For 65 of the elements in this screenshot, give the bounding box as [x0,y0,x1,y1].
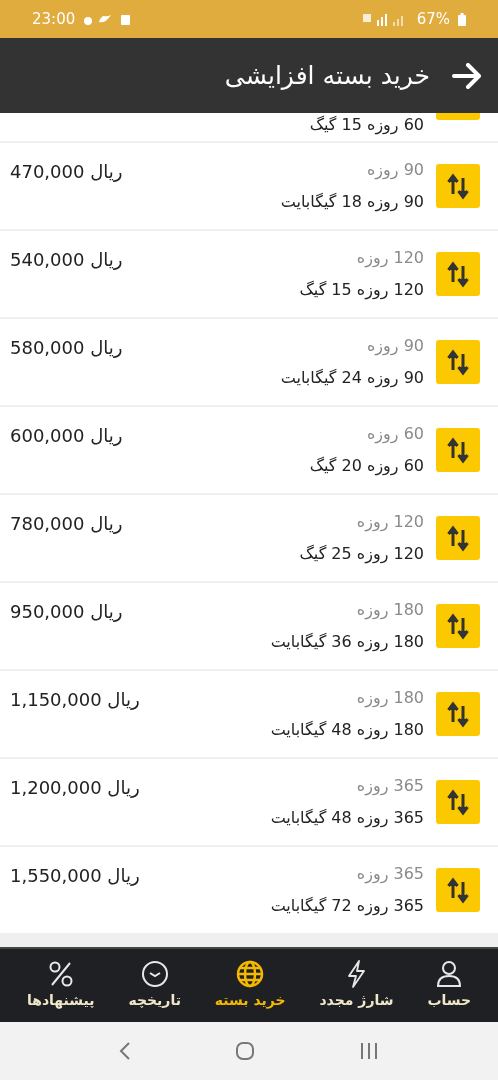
data-transfer-icon [436,340,480,384]
package-price: 1,150,000 ریال [10,689,140,710]
package-price: 1,550,000 ریال [10,865,140,886]
page-title: خرید بسته افزایشی [224,59,430,92]
recent-apps-icon[interactable] [359,1042,379,1060]
lightning-icon [345,960,368,988]
home-nav-icon[interactable] [235,1041,255,1061]
person-icon [436,960,463,988]
clock-icon [140,960,169,988]
data-transfer-icon [436,516,480,560]
data-transfer-icon [436,868,480,912]
package-description: 60 روزه 20 گیگ [309,455,424,478]
data-transfer-icon [436,252,480,296]
package-duration: 180 روزه [356,687,424,710]
package-description: 90 روزه 18 گیگابایت [280,191,424,214]
package-card[interactable]: 780,000 ریال 120 روزه 120 روزه 25 گیگ [0,495,498,581]
data-transfer-icon [436,780,480,824]
package-card[interactable]: 580,000 ریال 90 روزه 90 روزه 24 گیگابایت [0,319,498,405]
package-price: 1,200,000 ریال [10,777,140,798]
back-nav-icon[interactable] [119,1041,131,1061]
package-card[interactable]: 950,000 ریال 180 روزه 180 روزه 36 گیگابایت [0,583,498,669]
nav-tab[interactable]: پیشنهادها [18,956,103,1015]
package-description: 180 روزه 48 گیگابایت [270,719,424,742]
package-duration: 180 روزه [356,599,424,622]
back-arrow-icon[interactable] [452,62,482,89]
package-price: 580,000 ریال [10,337,123,358]
nav-tab[interactable]: شارژ مجدد [311,956,402,1015]
package-duration: 365 روزه [356,775,424,798]
package-duration: 365 روزه [356,863,424,886]
package-description: 60 روزه 15 گیگ [309,114,424,137]
package-duration: 60 روزه [367,423,424,446]
package-description: 365 روزه 72 گیگابایت [270,895,424,918]
package-price: 540,000 ریال [10,249,123,270]
package-duration: 120 روزه [356,511,424,534]
package-card[interactable]: 1,200,000 ریال 365 روزه 365 روزه 48 گیگابایت [0,759,498,845]
nav-tab[interactable]: حساب [419,956,480,1015]
battery-icon [458,12,466,26]
package-description: 90 روزه 24 گیگابایت [280,367,424,390]
package-price: 470,000 ریال [10,161,123,182]
package-description: 120 روزه 25 گیگ [299,543,424,566]
package-card[interactable]: 1,550,000 ریال 365 روزه 365 روزه 72 گیگابایت [0,847,498,933]
package-duration: 120 روزه [356,247,424,270]
package-card[interactable]: 470,000 ریال 90 روزه 90 روزه 18 گیگابایت [0,143,498,229]
data-transfer-icon [436,692,480,736]
battery-percent: 67% [416,8,450,30]
package-description: 365 روزه 48 گیگابایت [270,807,424,830]
data-transfer-icon [436,428,480,472]
package-card[interactable]: 600,000 ریال 60 روزه 60 روزه 20 گیگ [0,407,498,493]
package-price: 780,000 ریال [10,513,123,534]
package-duration: 90 روزه [367,159,424,182]
globe-icon [236,960,265,988]
status-time: 23:00 [32,8,76,30]
percent-icon [47,960,74,988]
data-transfer-icon [436,604,480,648]
package-price: 600,000 ریال [10,425,123,446]
package-description: 120 روزه 15 گیگ [299,279,424,302]
nav-tab[interactable]: تاریخچه [120,956,189,1015]
nav-tab[interactable]: خرید بسته [206,956,294,1015]
package-description: 180 روزه 36 گیگابایت [270,631,424,654]
package-card[interactable]: 60 روزه 15 گیگ [0,113,498,141]
package-price: 950,000 ریال [10,601,123,622]
data-transfer-icon [436,164,480,208]
package-card[interactable]: 540,000 ریال 120 روزه 120 روزه 15 گیگ [0,231,498,317]
package-card[interactable]: 1,150,000 ریال 180 روزه 180 روزه 48 گیگابایت [0,671,498,757]
package-duration: 90 روزه [367,335,424,358]
